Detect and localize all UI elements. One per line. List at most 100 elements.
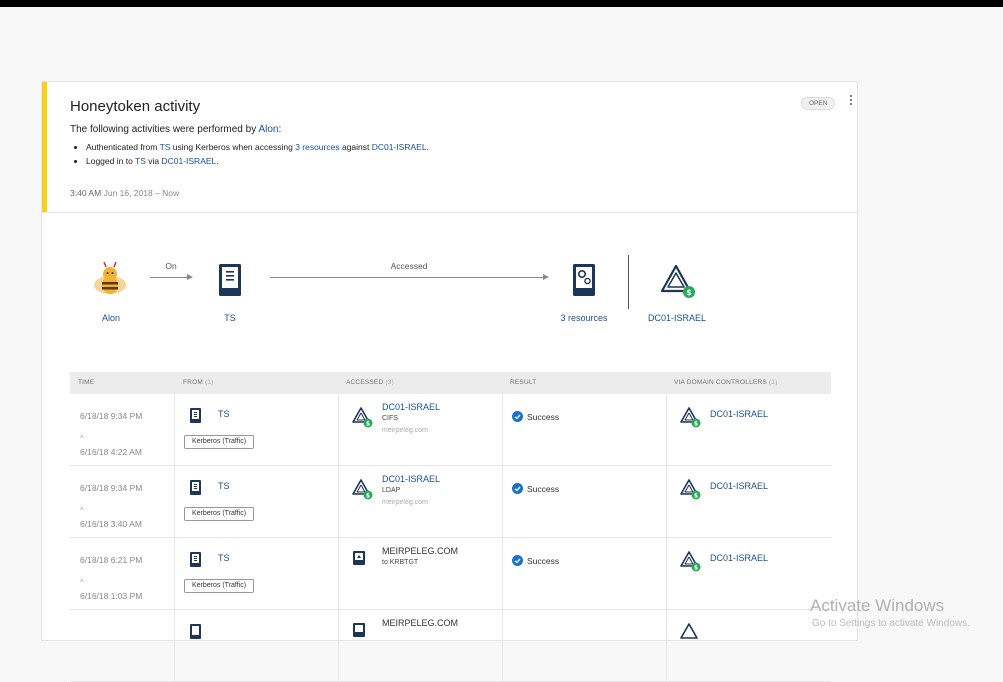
header-via-label: VIA DOMAIN CONTROLLERS (674, 379, 767, 386)
accessed-resource-link[interactable]: DC01-ISRAEL (382, 402, 440, 412)
intro-colon: : (278, 124, 282, 135)
user-avatar-icon[interactable] (92, 261, 128, 297)
domain-controller-icon: $ (680, 407, 701, 428)
header-from: FROM (1) (183, 379, 214, 386)
from-computer-link[interactable]: TS (218, 481, 230, 491)
header-result-label: RESULT (510, 379, 537, 386)
flow-arrow-head (187, 274, 193, 280)
target-dc-link[interactable]: DC01-ISRAEL (372, 142, 427, 152)
domain-controller-icon (680, 623, 698, 639)
svg-text:$: $ (366, 421, 370, 428)
header-accessed-count: (3) (385, 379, 394, 386)
activity-flow: Alon On TS Accessed 3 resources $ DC01-I… (42, 213, 857, 363)
accessed-domain: meirpeleg.com (382, 499, 428, 506)
domain-controller-icon: $ (680, 479, 701, 500)
result-text: Success (527, 412, 560, 422)
header-via: VIA DOMAIN CONTROLLERS (1) (674, 379, 777, 386)
activate-windows-subtext: Go to Settings to activate Windows. (812, 618, 970, 629)
time-end: 6/18/18 9:34 PM (80, 411, 143, 421)
caret-up-icon: ^ (80, 578, 84, 587)
domain-icon (353, 551, 365, 565)
source-computer-link[interactable]: TS (160, 142, 171, 152)
table-row[interactable]: MEIRPELEG.COM (70, 610, 831, 682)
computer-icon[interactable] (219, 264, 241, 296)
caret-up-icon: ^ (80, 434, 84, 443)
flow-user-link[interactable]: Alon (102, 313, 120, 323)
via-dc-link[interactable]: DC01-ISRAEL (710, 481, 768, 491)
flow-arrow-head (543, 274, 549, 280)
header-from-count: (1) (204, 379, 214, 386)
time-range: Jun 16, 2018 – Now (103, 188, 180, 198)
accessed-protocol: to KRBTGT (382, 559, 419, 566)
accessed-resource-link[interactable]: DC01-ISRAEL (382, 474, 440, 484)
accessed-resource-link[interactable]: MEIRPELEG.COM (382, 618, 458, 628)
activity-text: using Kerberos when accessing (170, 142, 296, 152)
header-result: RESULT (510, 379, 536, 386)
svg-text:$: $ (686, 288, 692, 297)
check-circle-icon (512, 555, 523, 566)
alert-time: 3:40 AM Jun 16, 2018 – Now (70, 188, 179, 198)
alert-header: Honeytoken activity OPEN The following a… (42, 82, 857, 213)
flow-arrow-line (150, 277, 188, 278)
source-computer-link[interactable]: TS (135, 156, 146, 166)
via-dc-link[interactable]: DC01-ISRAEL (710, 553, 768, 563)
from-computer-link[interactable]: TS (218, 409, 230, 419)
result-text: Success (527, 556, 560, 566)
time-start: 6/16/18 1:03 PM (80, 591, 143, 601)
activity-text: Logged in to (86, 156, 135, 166)
protocol-tag: Kerberos (Traffic) (184, 579, 255, 593)
header-from-label: FROM (183, 379, 203, 386)
top-bar (0, 0, 1003, 7)
time-main: 3:40 AM (70, 188, 102, 198)
from-computer-link[interactable]: TS (218, 553, 230, 563)
resources-link[interactable]: 3 resources (295, 142, 339, 152)
accessed-resource-link[interactable]: MEIRPELEG.COM (382, 546, 458, 556)
computer-icon (190, 480, 201, 495)
result-text: Success (527, 484, 560, 494)
activity-text: . (216, 156, 219, 166)
computer-icon (190, 552, 201, 567)
intro-user-link[interactable]: Alon (258, 124, 278, 135)
time-end: 6/18/18 6:21 PM (80, 555, 143, 565)
time-start: 6/16/18 3:40 AM (80, 519, 142, 529)
domain-controller-icon[interactable]: $ (660, 263, 696, 299)
table-header: TIME FROM (1) ACCESSED (3) RESULT VIA DO… (70, 372, 831, 394)
flow-arrow-line (270, 277, 544, 278)
time-end: 6/18/18 9:34 PM (80, 483, 143, 493)
target-dc-link[interactable]: DC01-ISRAEL (161, 156, 216, 166)
domain-controller-icon: $ (352, 479, 373, 500)
flow-dc-link[interactable]: DC01-ISRAEL (648, 313, 706, 323)
svg-text:$: $ (694, 493, 698, 500)
svg-text:$: $ (694, 421, 698, 428)
severity-bar (42, 82, 47, 212)
activity-list: Authenticated from TS using Kerberos whe… (76, 142, 429, 170)
header-accessed: ACCESSED (3) (346, 379, 394, 386)
domain-icon (353, 623, 365, 637)
domain-controller-icon: $ (680, 551, 701, 572)
caret-up-icon: ^ (80, 506, 84, 515)
table-row[interactable]: 6/18/18 6:21 PM ^ 6/16/18 1:03 PM TS Ker… (70, 538, 831, 610)
check-circle-icon (512, 483, 523, 494)
activity-table: TIME FROM (1) ACCESSED (3) RESULT VIA DO… (70, 372, 831, 682)
table-row[interactable]: 6/18/18 9:34 PM ^ 6/16/18 4:22 AM TS Ker… (70, 394, 831, 466)
via-dc-link[interactable]: DC01-ISRAEL (710, 409, 768, 419)
activity-text: against (339, 142, 372, 152)
alert-intro: The following activities were performed … (70, 124, 281, 135)
alert-title: Honeytoken activity (70, 98, 201, 115)
flow-resources-link[interactable]: 3 resources (560, 313, 607, 323)
more-options-icon[interactable] (848, 95, 854, 109)
activity-text: Authenticated from (86, 142, 160, 152)
computer-icon (190, 408, 201, 423)
header-time: TIME (78, 379, 94, 386)
header-accessed-label: ACCESSED (346, 379, 384, 386)
protocol-tag: Kerberos (Traffic) (184, 435, 255, 449)
svg-text:$: $ (366, 493, 370, 500)
alert-card: Honeytoken activity OPEN The following a… (41, 81, 858, 682)
activity-text: via (145, 156, 162, 166)
table-row[interactable]: 6/18/18 9:34 PM ^ 6/16/18 3:40 AM TS Ker… (70, 466, 831, 538)
flow-computer-link[interactable]: TS (224, 313, 236, 323)
svg-text:$: $ (694, 565, 698, 572)
resources-icon[interactable] (573, 264, 595, 296)
protocol-tag: Kerberos (Traffic) (184, 507, 255, 521)
activity-text: . (426, 142, 429, 152)
